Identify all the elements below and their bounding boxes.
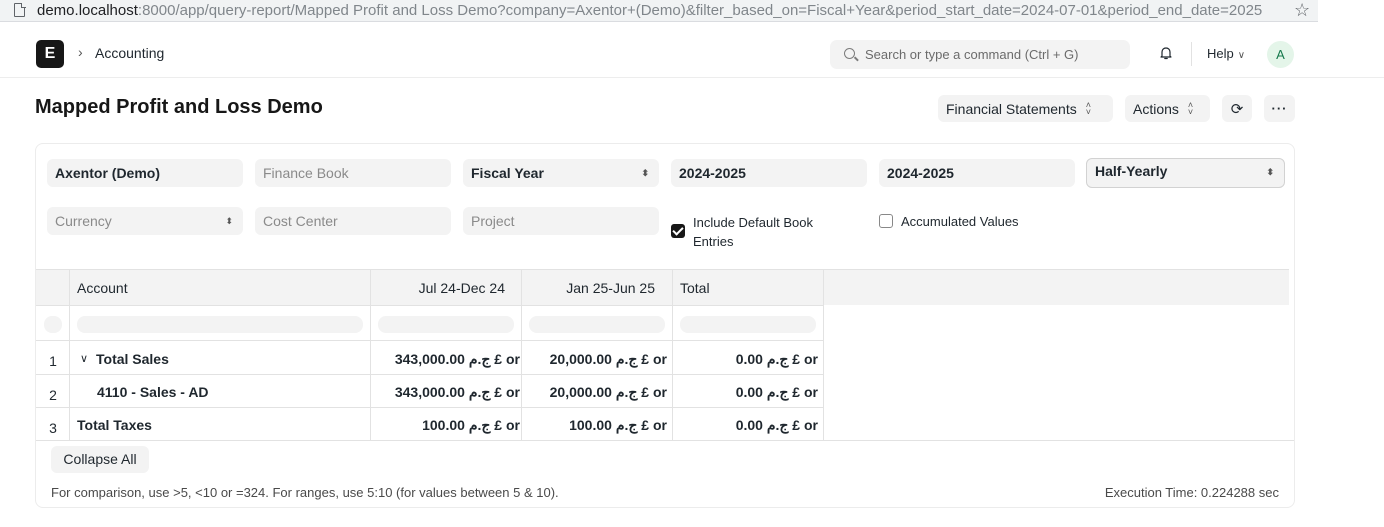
execution-time: Execution Time: 0.224288 sec — [1104, 485, 1279, 500]
column-header-period-2[interactable]: Jan 25-Jun 25 — [521, 269, 655, 305]
row-number: 3 — [49, 420, 57, 436]
from-fiscal-year-filter[interactable]: 2024-2025 — [671, 159, 867, 187]
search-input[interactable] — [865, 40, 1115, 69]
browser-url-bar[interactable]: demo.localhost:8000/app/query-report/Map… — [0, 0, 1318, 22]
url-text[interactable]: demo.localhost:8000/app/query-report/Map… — [37, 2, 1287, 19]
filter-cell-account[interactable] — [77, 316, 363, 333]
accumulated-values-label: Accumulated Values — [901, 214, 1019, 229]
refresh-icon: ⟳ — [1230, 100, 1244, 118]
account-name: 4110 - Sales - AD — [97, 384, 209, 400]
accumulated-values-checkbox[interactable] — [879, 214, 893, 228]
more-dots-icon: ··· — [1271, 101, 1288, 116]
breadcrumb-accounting[interactable]: Accounting — [95, 45, 164, 61]
awesomebar-search[interactable] — [830, 40, 1130, 69]
amount-cell: ج.م 0.00 £ or — [735, 384, 818, 400]
amount-cell: ج.م 100.00 £ or — [422, 417, 520, 433]
help-label: Help — [1207, 46, 1234, 61]
financial-statements-label: Financial Statements — [946, 100, 1077, 117]
periodicity-select[interactable]: Half-Yearly ⬍ — [1086, 158, 1285, 188]
amount-cell: ج.م 0.00 £ or — [735, 351, 818, 367]
row-divider — [36, 374, 824, 375]
amount-cell: ج.م 20,000.00 £ or — [549, 384, 667, 400]
filter-hint-text: For comparison, use >5, <10 or =324. For… — [51, 485, 559, 500]
row-divider — [36, 340, 824, 341]
account-name: Total Sales — [96, 351, 169, 367]
finance-book-filter[interactable]: Finance Book — [255, 159, 451, 187]
actions-label: Actions — [1133, 100, 1179, 117]
filter-cell-total[interactable] — [680, 316, 816, 333]
report-container: Axentor (Demo) Finance Book Fiscal Year … — [35, 143, 1295, 508]
column-header-total[interactable]: Total — [680, 269, 710, 305]
search-icon — [844, 48, 855, 59]
include-default-book-label: Include Default Book Entries — [693, 215, 813, 249]
user-avatar[interactable]: A — [1267, 41, 1294, 68]
amount-cell: ج.م 0.00 £ or — [735, 417, 818, 433]
amount-cell: ج.م 343,000.00 £ or — [394, 384, 520, 400]
app-navbar: E › Accounting Help∨ A — [0, 30, 1384, 78]
project-filter[interactable]: Project — [463, 207, 659, 235]
url-host: demo.localhost — [37, 2, 138, 19]
refresh-button[interactable]: ⟳ — [1222, 95, 1252, 122]
select-arrows-icon: ⬍ — [1266, 167, 1274, 177]
table-bottom-border — [36, 440, 1294, 441]
page-title: Mapped Profit and Loss Demo — [35, 96, 323, 118]
chevron-down-icon: ∨ — [1237, 50, 1246, 61]
select-arrows-icon: ˄ ˅ — [1187, 99, 1194, 117]
amount-cell: ج.م 20,000.00 £ or — [549, 351, 667, 367]
actions-button[interactable]: Actions ˄ ˅ — [1125, 95, 1210, 122]
column-header-period-1[interactable]: Jul 24-Dec 24 — [370, 269, 505, 305]
to-fiscal-year-filter[interactable]: 2024-2025 — [879, 159, 1075, 187]
currency-placeholder: Currency — [55, 213, 112, 229]
select-arrows-icon: ⬍ — [641, 168, 649, 178]
periodicity-value: Half-Yearly — [1095, 163, 1168, 179]
page-info-icon[interactable] — [14, 2, 26, 17]
include-default-book-checkbox[interactable] — [671, 224, 685, 238]
chevron-right-icon: › — [78, 44, 83, 60]
filter-cell-rownum — [44, 316, 62, 333]
currency-select[interactable]: Currency ⬍ — [47, 207, 243, 235]
amount-cell: ج.م 343,000.00 £ or — [394, 351, 520, 367]
select-arrows-icon: ˄ ˅ — [1085, 99, 1091, 117]
column-divider — [823, 269, 824, 440]
table-header — [36, 269, 1289, 305]
account-name: Total Taxes — [77, 417, 152, 433]
filter-based-on-select[interactable]: Fiscal Year ⬍ — [463, 159, 659, 187]
cost-center-filter[interactable]: Cost Center — [255, 207, 451, 235]
notification-bell-icon[interactable] — [1159, 46, 1173, 60]
select-arrows-icon: ⬍ — [225, 216, 233, 226]
chevron-down-icon[interactable]: ∨ — [80, 352, 88, 365]
row-number: 1 — [49, 353, 57, 369]
filter-cell-period-2[interactable] — [529, 316, 665, 333]
filter-based-on-value: Fiscal Year — [471, 165, 544, 181]
app-logo[interactable]: E — [36, 40, 64, 68]
url-path: :8000/app/query-report/Mapped Profit and… — [137, 2, 1263, 19]
bookmark-star-icon[interactable]: ☆ — [1294, 0, 1310, 21]
amount-cell: ج.م 100.00 £ or — [569, 417, 667, 433]
filter-cell-period-1[interactable] — [378, 316, 514, 333]
company-filter[interactable]: Axentor (Demo) — [47, 159, 243, 187]
financial-statements-button[interactable]: Financial Statements ˄ ˅ — [938, 95, 1113, 122]
collapse-all-button[interactable]: Collapse All — [51, 446, 149, 473]
help-dropdown[interactable]: Help ∨ — [1207, 46, 1245, 61]
column-header-account[interactable]: Account — [77, 269, 128, 305]
row-number: 2 — [49, 387, 57, 403]
navbar-divider — [1191, 42, 1192, 66]
row-divider — [36, 305, 824, 306]
row-divider — [36, 407, 824, 408]
more-menu-button[interactable]: ··· — [1264, 95, 1295, 122]
